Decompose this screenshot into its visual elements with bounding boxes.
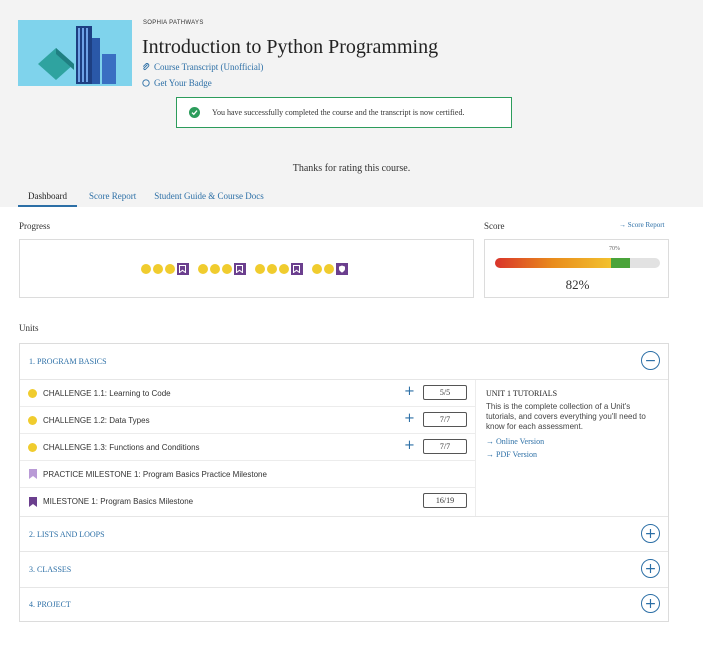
item-label: PRACTICE MILESTONE 1: Program Basics Pra…	[43, 469, 267, 479]
list-item[interactable]: MILESTONE 1: Program Basics Milestone 16…	[20, 488, 475, 515]
score-bar	[495, 258, 660, 268]
progress-group	[197, 262, 252, 275]
unit-title: 4. PROJECT	[29, 600, 71, 609]
check-circle-icon	[189, 107, 200, 118]
score-bar-fill	[495, 258, 611, 268]
progress-group	[254, 262, 309, 275]
tab-score-report[interactable]: Score Report	[89, 189, 136, 207]
challenge-dot-icon	[28, 388, 37, 398]
progress-dot-icon	[266, 263, 277, 274]
item-score: 5/5	[423, 385, 467, 400]
bookmark-icon	[290, 262, 303, 275]
progress-dot-icon	[323, 263, 334, 274]
expand-plus-icon[interactable]: +	[404, 412, 415, 425]
item-score: 7/7	[423, 439, 467, 454]
item-label: CHALLENGE 1.2: Data Types	[43, 415, 150, 425]
page-title: Introduction to Python Programming	[142, 36, 439, 58]
challenge-dot-icon	[28, 415, 37, 425]
list-item[interactable]: CHALLENGE 1.1: Learning to Code + 5/5	[20, 380, 475, 407]
progress-dot-icon	[209, 263, 220, 274]
bookmark-icon	[176, 262, 189, 275]
list-item[interactable]: PRACTICE MILESTONE 1: Program Basics Pra…	[20, 461, 475, 488]
progress-tracker	[19, 239, 474, 298]
challenge-dot-icon	[28, 442, 37, 452]
tutorials-description: This is the complete collection of a Uni…	[486, 402, 646, 431]
transcript-link-label: Course Transcript (Unofficial)	[154, 62, 264, 72]
item-label: MILESTONE 1: Program Basics Milestone	[43, 497, 194, 506]
bookmark-icon	[233, 262, 246, 275]
unit-header-lists-and-loops[interactable]: 2. LISTS AND LOOPS +	[20, 516, 668, 552]
online-version-link[interactable]: → Online Version	[486, 435, 658, 448]
transcript-link[interactable]: Course Transcript (Unofficial)	[142, 62, 263, 72]
tab-bar: Dashboard Score Report Student Guide & C…	[18, 189, 282, 207]
progress-group	[140, 262, 195, 275]
expand-icon[interactable]: +	[641, 594, 660, 613]
progress-dot-icon	[140, 263, 151, 274]
expand-icon[interactable]: +	[641, 524, 660, 543]
score-report-link[interactable]: → Score Report	[619, 221, 665, 229]
unit-header-project[interactable]: 4. PROJECT +	[20, 587, 668, 623]
unit-tutorials-panel: UNIT 1 TUTORIALS This is the complete co…	[475, 380, 668, 517]
item-label: CHALLENGE 1.3: Functions and Conditions	[43, 442, 200, 452]
score-percent: 82%	[565, 277, 590, 292]
tab-student-guide[interactable]: Student Guide & Course Docs	[154, 189, 264, 207]
success-message: You have successfully completed the cour…	[212, 108, 465, 117]
progress-dot-icon	[221, 263, 232, 274]
progress-dot-icon	[254, 263, 265, 274]
badge-link-label: Get Your Badge	[154, 78, 212, 88]
list-item[interactable]: CHALLENGE 1.2: Data Types + 7/7	[20, 407, 475, 434]
list-item[interactable]: CHALLENGE 1.3: Functions and Conditions …	[20, 434, 475, 461]
item-label: CHALLENGE 1.1: Learning to Code	[43, 388, 171, 398]
units-list: 1. PROGRAM BASICS − CHALLENGE 1.1: Learn…	[19, 343, 669, 622]
progress-heading: Progress	[19, 221, 50, 231]
unit-header-classes[interactable]: 3. CLASSES +	[20, 552, 668, 588]
bookmark-icon	[29, 496, 37, 507]
bookmark-icon	[29, 469, 37, 479]
item-score: 7/7	[423, 412, 467, 427]
item-score: 16/19	[423, 493, 467, 508]
progress-dot-icon	[164, 263, 175, 274]
badge-link[interactable]: Get Your Badge	[142, 78, 212, 88]
thanks-message: Thanks for rating this course.	[292, 163, 411, 174]
progress-group	[311, 262, 354, 275]
tab-dashboard[interactable]: Dashboard	[18, 189, 77, 207]
units-heading: Units	[19, 323, 39, 333]
unit-title: 1. PROGRAM BASICS	[29, 357, 107, 366]
brand-label: SOPHIA PATHWAYS	[143, 20, 204, 26]
progress-dot-icon	[152, 263, 163, 274]
tutorials-heading: UNIT 1 TUTORIALS	[486, 389, 558, 398]
expand-plus-icon[interactable]: +	[404, 385, 415, 398]
unit-title: 2. LISTS AND LOOPS	[29, 530, 105, 539]
progress-dot-icon	[311, 263, 322, 274]
unit-title: 3. CLASSES	[29, 565, 72, 574]
expand-icon[interactable]: +	[641, 559, 660, 578]
collapse-icon[interactable]: −	[641, 351, 660, 370]
pdf-version-link[interactable]: → PDF Version	[486, 448, 658, 461]
progress-dot-icon	[278, 263, 289, 274]
course-image	[18, 20, 132, 86]
progress-dot-icon	[197, 263, 208, 274]
score-bar-passing	[610, 258, 631, 268]
badge-icon	[142, 79, 150, 87]
score-card: 70% 82%	[484, 239, 669, 298]
shield-icon	[335, 262, 348, 275]
score-threshold-label: 70%	[609, 246, 620, 252]
paperclip-icon	[142, 63, 150, 71]
unit-header-program-basics[interactable]: 1. PROGRAM BASICS −	[20, 344, 668, 380]
expand-plus-icon[interactable]: +	[404, 439, 415, 452]
course-header: SOPHIA PATHWAYS Introduction to Python P…	[0, 0, 703, 207]
success-banner: You have successfully completed the cour…	[176, 97, 512, 128]
score-heading: Score	[484, 221, 505, 231]
